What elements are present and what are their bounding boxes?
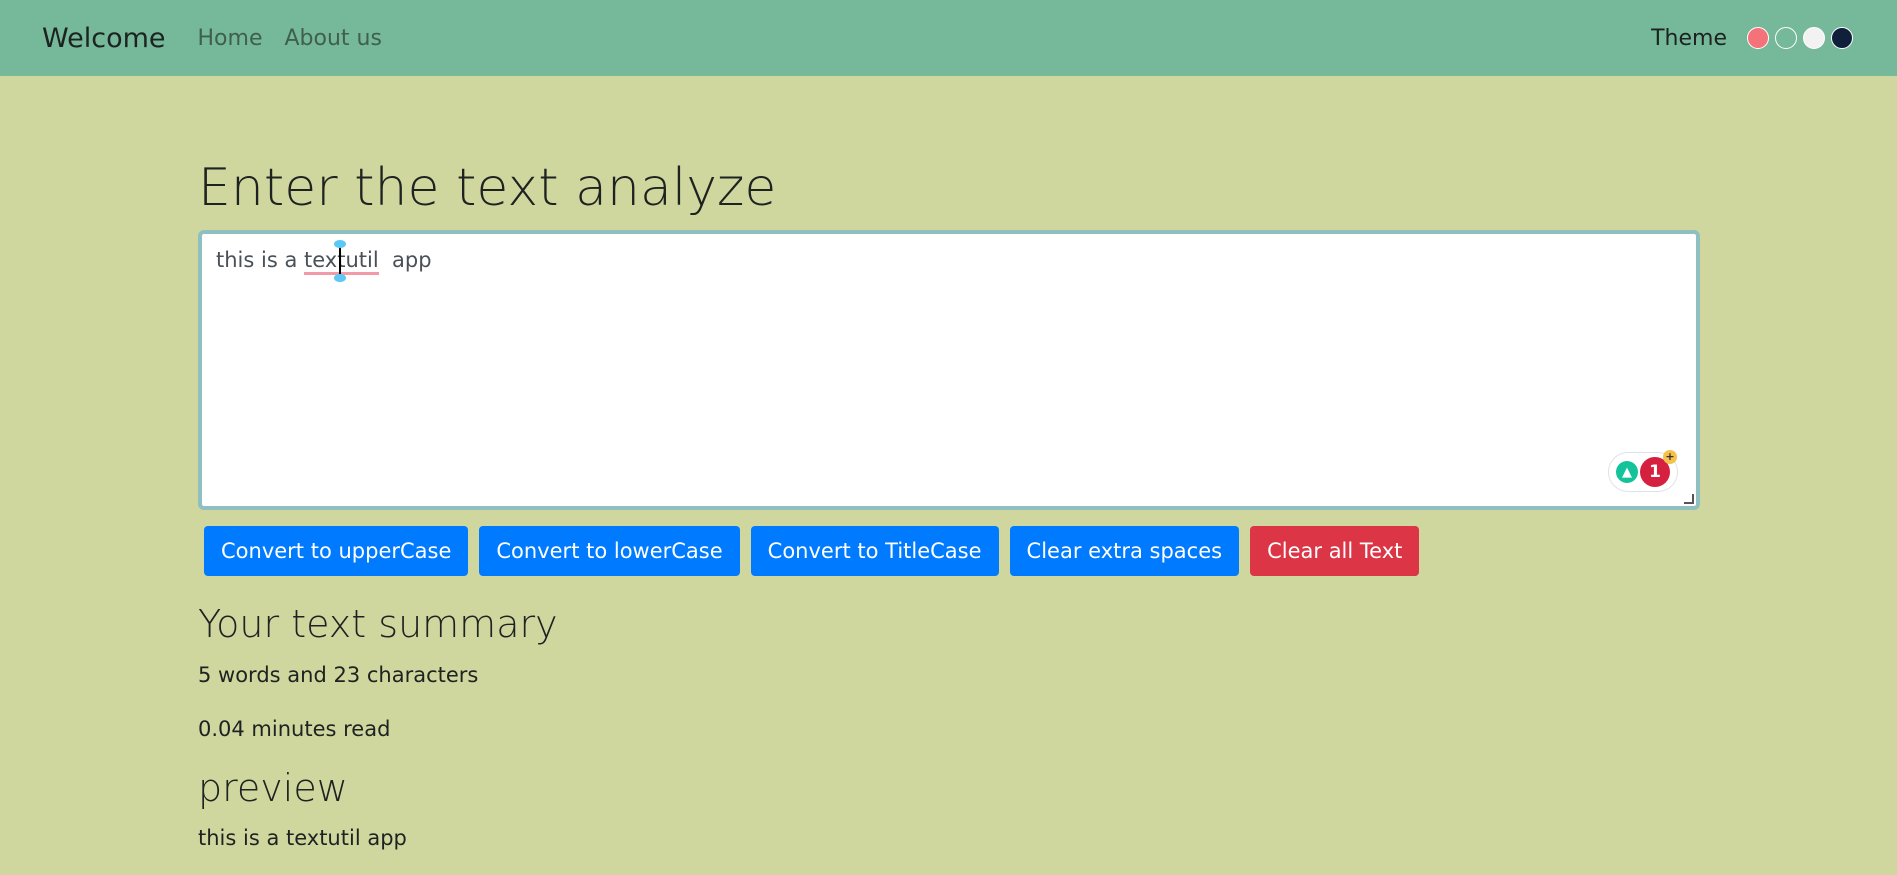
theme-swatch-dark[interactable] bbox=[1831, 27, 1853, 49]
text-caret bbox=[339, 246, 341, 276]
theme-swatch-light[interactable] bbox=[1803, 27, 1825, 49]
action-buttons: Convert to upperCase Convert to lowerCas… bbox=[204, 526, 1430, 576]
titlecase-button[interactable]: Convert to TitleCase bbox=[750, 526, 999, 576]
brand-link[interactable]: Welcome bbox=[42, 23, 166, 54]
text-input[interactable]: this is a textutil app ▲ 1 + bbox=[198, 230, 1700, 510]
plus-icon: + bbox=[1663, 450, 1677, 464]
selection-handle-top[interactable] bbox=[334, 240, 346, 248]
word-char-count: 5 words and 23 characters bbox=[198, 663, 479, 687]
textarea-text-after: app bbox=[378, 248, 432, 272]
lightbulb-icon[interactable]: ▲ bbox=[1616, 461, 1638, 483]
summary-title: Your text summary bbox=[198, 602, 558, 646]
theme-switcher: Theme bbox=[1651, 0, 1853, 76]
preview-title: preview bbox=[198, 766, 348, 810]
resize-handle-icon[interactable] bbox=[1684, 494, 1694, 504]
clear-extra-spaces-button[interactable]: Clear extra spaces bbox=[1009, 526, 1240, 576]
uppercase-button[interactable]: Convert to upperCase bbox=[204, 526, 469, 576]
nav-link-about[interactable]: About us bbox=[284, 26, 381, 51]
grammarly-widget[interactable]: ▲ 1 + bbox=[1608, 450, 1678, 492]
nav-link-home[interactable]: Home bbox=[198, 26, 263, 51]
preview-text: this is a textutil app bbox=[198, 826, 407, 850]
grammarly-issue-count[interactable]: 1 + bbox=[1640, 450, 1677, 487]
lowercase-button[interactable]: Convert to lowerCase bbox=[479, 526, 740, 576]
clear-all-text-button[interactable]: Clear all Text bbox=[1250, 526, 1420, 576]
theme-swatch-green[interactable] bbox=[1775, 27, 1797, 49]
page-title: Enter the text analyze bbox=[198, 158, 777, 218]
theme-label: Theme bbox=[1651, 25, 1727, 51]
textarea-text-before: this is a bbox=[216, 248, 304, 272]
grammarly-count-label: 1 bbox=[1649, 462, 1661, 482]
misspelled-word[interactable]: textutil bbox=[304, 248, 379, 275]
read-time: 0.04 minutes read bbox=[198, 717, 391, 741]
selection-handle-bottom[interactable] bbox=[334, 274, 346, 282]
theme-swatch-red[interactable] bbox=[1747, 27, 1769, 49]
navbar: Welcome Home About us Theme bbox=[0, 0, 1897, 76]
